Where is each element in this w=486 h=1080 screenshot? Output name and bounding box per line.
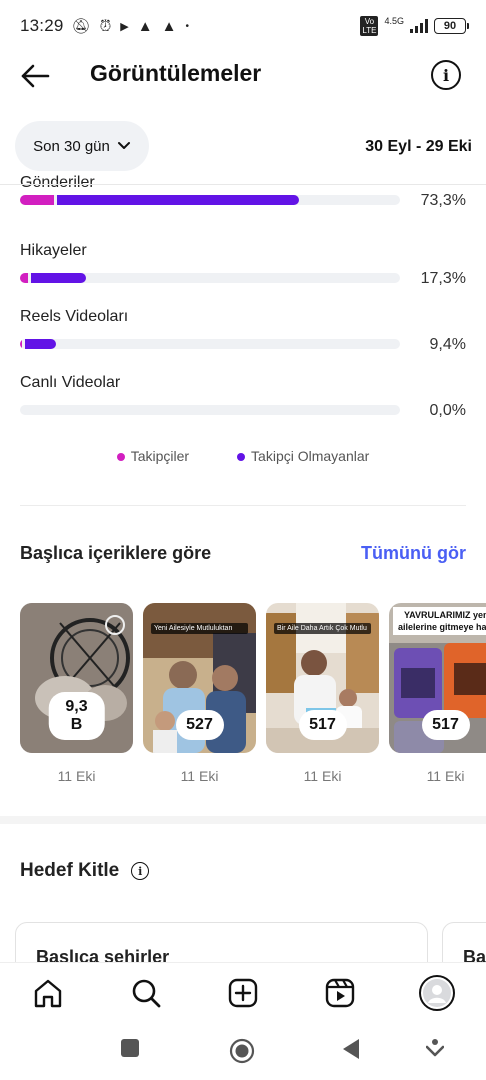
header: Görüntülemeler i [0,52,486,100]
page-title: Görüntülemeler [90,60,262,86]
date-range: 30 Eyl - 29 Eki [365,138,472,155]
legend-non-followers: Takipçi Olmayanlar [237,448,369,464]
row-label: Gönderiler [20,174,95,191]
status-time: 13:29 [20,16,64,35]
content-thumbnail[interactable]: YAVRULARIMIZ yeni ailelerine gitmeye haz… [389,603,486,753]
view-count: 527 [175,710,224,740]
content-thumbnail[interactable]: Yeni Ailesiyle Mutluluktan 527 [143,603,256,753]
warning-icon: ▲ [137,17,153,35]
content-thumbnail[interactable]: Bir Aile Daha Artık Çok Mutlu 517 [266,603,379,753]
non-followers-bar [24,339,56,349]
status-bar: 13:29 🔕︎ ⏰︎ ▶ ▲ ▲ • Vo LTE 4.5G 90 [0,0,486,52]
mute-icon: 🔕︎ [71,18,91,35]
alarm-icon: ⏰︎ [99,17,112,35]
home-icon[interactable] [30,975,66,1011]
battery-icon: 90 [434,18,469,34]
content-date: 11 Eki [426,768,465,784]
play-icon: ▶ [120,20,129,33]
audience-title: Hedef Kitle [20,860,120,881]
section-title-audience: Hedef Kitle i [20,860,150,882]
view-count: 517 [298,710,347,740]
section-title-top-content: Başlıca içeriklere göre [20,543,212,563]
followers-bar [20,339,22,349]
assistant-icon[interactable] [426,1038,444,1058]
period-dropdown[interactable]: Son 30 gün [15,121,149,171]
status-right: Vo LTE 4.5G 90 [360,16,469,36]
bar-track [20,405,400,415]
search-icon[interactable] [128,975,164,1011]
breakdown-row-reels: Reels Videoları 9,4% [0,294,486,360]
legend-label: Takipçi Olmayanlar [251,448,370,464]
network-label: 4.5G [384,16,404,26]
period-label: Son 30 gün [33,137,110,155]
followers-dot [116,453,125,462]
view-count: 9,3 B [48,692,105,740]
system-navigation-bar [0,1022,486,1080]
battery-level: 90 [443,20,457,32]
non-followers-bar [57,195,299,205]
bottom-navigation [0,962,486,1022]
bar-track [20,195,400,205]
followers-bar [20,195,55,205]
home-button-icon[interactable] [229,1038,255,1064]
status-icons: 🔕︎ ⏰︎ ▶ ▲ ▲ • [71,17,189,36]
content-type-breakdown: Gönderiler 73,3% Hikayeler 17,3% Reels V… [0,174,486,494]
warning-icon: ▲ [161,17,177,35]
legend-label: Takipçiler [130,448,190,464]
legend: Takipçiler Takipçi Olmayanlar [0,448,486,464]
volte-icon: Vo LTE [360,16,379,36]
row-percent: 9,4% [429,336,466,353]
view-count: 517 [421,710,470,740]
row-label: Canlı Videolar [20,374,121,391]
see-all-link[interactable]: Tümünü gör [361,543,466,564]
row-label: Hikayeler [20,242,87,259]
scroll-divider [0,184,486,185]
thumbnail-caption: Yeni Ailesiyle Mutluluktan [151,623,248,634]
back-arrow-icon[interactable] [20,62,50,90]
signal-icon [410,19,428,33]
info-icon[interactable]: i [131,862,150,880]
legend-followers: Takipçiler [116,448,190,464]
breakdown-row-posts: Gönderiler 73,3% [0,174,486,228]
content-date: 11 Eki [180,768,219,784]
bar-track [20,273,400,283]
recent-apps-icon[interactable] [120,1038,140,1058]
thumbnail-caption: Bir Aile Daha Artık Çok Mutlu [274,623,371,634]
create-post-icon[interactable] [225,975,261,1011]
bar-track [20,339,400,349]
back-button-icon[interactable] [341,1038,361,1060]
non-followers-dot [237,453,246,462]
reels-icon[interactable] [322,975,358,1011]
breakdown-row-live: Canlı Videolar 0,0% [0,360,486,426]
info-icon[interactable]: i [431,60,461,90]
row-percent: 0,0% [429,402,466,419]
non-followers-bar [30,273,86,283]
content-date: 11 Eki [303,768,342,784]
breakdown-row-stories: Hikayeler 17,3% [0,228,486,294]
chevron-down-icon [117,142,130,149]
row-percent: 17,3% [420,270,466,287]
followers-bar [20,273,28,283]
content-date: 11 Eki [57,768,96,784]
dot-icon: • [185,20,189,32]
row-percent: 73,3% [420,192,466,209]
profile-avatar[interactable] [419,975,455,1011]
content-thumbnail[interactable]: 9,3 B [20,603,133,753]
section-separator [0,816,486,824]
thumbnail-caption: YAVRULARIMIZ yeni ailelerine gitmeye haz… [393,607,486,635]
row-label: Reels Videoları [20,308,129,325]
divider [20,505,466,506]
